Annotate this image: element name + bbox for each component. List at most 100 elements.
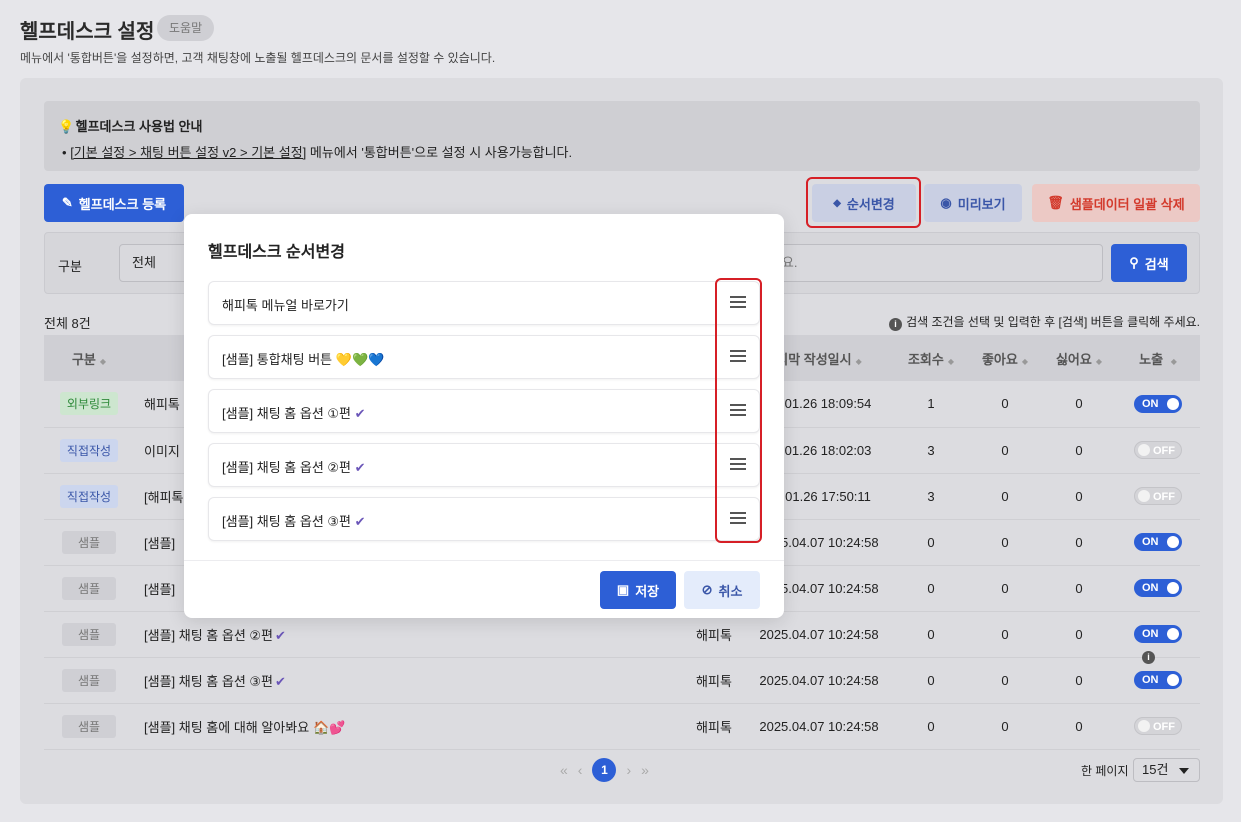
cancel-button[interactable]: ⊘ 취소 bbox=[684, 571, 760, 609]
order-item-suffix-icon: ✔ bbox=[354, 406, 366, 421]
drag-handle-highlight bbox=[715, 278, 762, 543]
category-label: 구분 bbox=[58, 259, 82, 274]
table-row[interactable]: 샘플 [샘플] 채팅 홈 옵션 ③편 ✔ 해피톡 2025.04.07 10:24:58… bbox=[44, 657, 1200, 704]
title-text[interactable]: [샘플] bbox=[144, 582, 175, 597]
title-text[interactable]: [샘플] 채팅 홈에 대해 알아봐요 bbox=[144, 720, 309, 735]
column-type[interactable]: 구분 ◆ bbox=[44, 335, 134, 381]
title-text[interactable]: [샘플] 채팅 홈 옵션 ②편 bbox=[144, 628, 273, 643]
order-item[interactable]: [샘플] 채팅 홈 옵션 ②편 ✔ bbox=[208, 443, 760, 487]
guide-line: • [기본 설정 > 채팅 버튼 설정 v2 > 기본 설정] 메뉴에서 '통합… bbox=[62, 142, 572, 161]
column-views[interactable]: 조회수 ◆ bbox=[894, 335, 968, 381]
first-page-button[interactable]: « bbox=[560, 762, 568, 778]
ban-icon: ⊘ bbox=[701, 582, 713, 597]
type-cell: 직접작성 bbox=[44, 473, 134, 520]
type-badge: 샘플 bbox=[61, 576, 117, 600]
order-item[interactable]: 해피톡 메뉴얼 바로가기 bbox=[208, 281, 760, 325]
views-cell: 3 bbox=[894, 473, 968, 520]
order-item-label: [샘플] 채팅 홈 옵션 ③편 ✔ bbox=[222, 514, 366, 529]
order-change-modal: 헬프데스크 순서변경 해피톡 메뉴얼 바로가기 [샘플] 통합채팅 버튼 💛💚💙… bbox=[184, 214, 784, 618]
title-text[interactable]: [샘플] bbox=[144, 536, 175, 551]
likes-cell: 0 bbox=[968, 611, 1042, 658]
next-page-button[interactable]: › bbox=[626, 762, 631, 778]
eye-icon: ◉ bbox=[940, 195, 952, 210]
views-cell: 0 bbox=[894, 611, 968, 658]
search-icon: ⚲ bbox=[1129, 255, 1139, 270]
per-page-label: 한 페이지 bbox=[1081, 764, 1129, 778]
type-badge: 샘플 bbox=[61, 668, 117, 692]
expose-toggle[interactable]: ON bbox=[1134, 579, 1182, 597]
title-text[interactable]: 해피톡 bbox=[144, 397, 180, 412]
likes-cell: 0 bbox=[968, 703, 1042, 750]
lightbulb-icon: 💡 bbox=[58, 119, 75, 134]
floppy-icon: ▣ bbox=[616, 582, 630, 597]
caret-down-icon bbox=[1179, 768, 1189, 774]
order-item-suffix-icon: ✔ bbox=[354, 460, 366, 475]
house-heart-icon: 🏠💕 bbox=[313, 719, 346, 735]
dislikes-cell: 0 bbox=[1042, 427, 1116, 474]
expose-toggle[interactable]: OFF bbox=[1134, 441, 1182, 459]
prev-page-button[interactable]: ‹ bbox=[578, 762, 583, 778]
type-cell: 외부링크 bbox=[44, 381, 134, 428]
delete-label: 샘플데이터 일괄 삭제 bbox=[1069, 196, 1185, 212]
column-dislikes[interactable]: 싫어요 ◆ bbox=[1042, 335, 1116, 381]
expose-cell: OFF bbox=[1116, 703, 1200, 750]
page-title: 헬프데스크 설정 bbox=[20, 21, 155, 43]
title-text[interactable]: 이미지 bbox=[144, 444, 180, 459]
dislikes-cell: 0 bbox=[1042, 611, 1116, 658]
page-1-button[interactable]: 1 bbox=[592, 758, 617, 782]
guide-bullet: • bbox=[62, 145, 67, 160]
order-item-suffix-icon: 💛💚💙 bbox=[335, 352, 385, 367]
type-cell: 샘플 bbox=[44, 703, 134, 750]
type-badge: 직접작성 bbox=[59, 484, 119, 508]
order-item[interactable]: [샘플] 채팅 홈 옵션 ①편 ✔ bbox=[208, 389, 760, 433]
column-likes[interactable]: 좋아요 ◆ bbox=[968, 335, 1042, 381]
expose-toggle[interactable]: OFF bbox=[1134, 717, 1182, 735]
writer-cell: 해피톡 bbox=[684, 703, 744, 750]
expose-toggle[interactable]: ON bbox=[1134, 394, 1182, 413]
save-button[interactable]: ▣ 저장 bbox=[600, 571, 676, 609]
hint-text: 검색 조건을 선택 및 입력한 후 [검색] 버튼을 클릭해 주세요. bbox=[906, 315, 1200, 329]
column-expose[interactable]: 노출 i ◆ bbox=[1116, 335, 1200, 664]
title-text[interactable]: [해피톡 bbox=[144, 490, 184, 505]
likes-cell: 0 bbox=[968, 381, 1042, 428]
expose-toggle[interactable]: ON bbox=[1134, 533, 1182, 551]
title-text[interactable]: [샘플] 채팅 홈 옵션 ③편 bbox=[144, 674, 273, 689]
type-badge: 직접작성 bbox=[59, 438, 119, 462]
expose-toggle[interactable]: ON bbox=[1134, 625, 1182, 643]
type-badge: 샘플 bbox=[61, 714, 117, 738]
date-cell: 2025.04.07 10:24:58 bbox=[744, 703, 894, 750]
search-input[interactable]: 하세요. bbox=[745, 244, 1103, 282]
expose-cell: OFF bbox=[1116, 473, 1200, 520]
sort-icon: ◆ bbox=[1021, 356, 1029, 366]
expose-cell: ON bbox=[1116, 519, 1200, 566]
expose-cell: ON bbox=[1116, 381, 1200, 428]
search-button[interactable]: ⚲ 검색 bbox=[1111, 244, 1187, 282]
expose-toggle[interactable]: ON bbox=[1134, 671, 1182, 689]
register-helpdesk-button[interactable]: ✎ 헬프데스크 등록 bbox=[44, 184, 184, 222]
type-cell: 샘플 bbox=[44, 565, 134, 612]
help-button[interactable]: 도움말 bbox=[157, 15, 215, 41]
table-row[interactable]: 샘플 [샘플] 채팅 홈에 대해 알아봐요 🏠💕 해피톡 2025.04.07 10:2… bbox=[44, 703, 1200, 750]
order-item-label: [샘플] 채팅 홈 옵션 ②편 ✔ bbox=[222, 460, 366, 475]
likes-cell: 0 bbox=[968, 657, 1042, 704]
last-page-button[interactable]: » bbox=[641, 762, 649, 778]
sort-icon: ◆ bbox=[1095, 356, 1103, 366]
likes-cell: 0 bbox=[968, 473, 1042, 520]
expose-cell: OFF bbox=[1116, 427, 1200, 474]
guide-menu-link[interactable]: [기본 설정 > 채팅 버튼 설정 v2 > 기본 설정] bbox=[70, 145, 306, 160]
title-cell[interactable]: [샘플] 채팅 홈에 대해 알아봐요 🏠💕 bbox=[134, 703, 684, 750]
guide-box: 💡 헬프데스크 사용법 안내 • [기본 설정 > 채팅 버튼 설정 v2 > … bbox=[44, 101, 1200, 171]
order-item[interactable]: [샘플] 통합채팅 버튼 💛💚💙 bbox=[208, 335, 760, 379]
dislikes-cell: 0 bbox=[1042, 473, 1116, 520]
modal-title: 헬프데스크 순서변경 bbox=[208, 244, 345, 261]
dislikes-cell: 0 bbox=[1042, 381, 1116, 428]
preview-button[interactable]: ◉ 미리보기 bbox=[924, 184, 1022, 222]
per-page-value: 15건 bbox=[1142, 762, 1169, 777]
order-item[interactable]: [샘플] 채팅 홈 옵션 ③편 ✔ bbox=[208, 497, 760, 541]
delete-samples-button[interactable]: 🗑 샘플데이터 일괄 삭제 bbox=[1032, 184, 1200, 222]
dislikes-cell: 0 bbox=[1042, 703, 1116, 750]
per-page-select[interactable]: 15건 bbox=[1133, 758, 1200, 782]
expose-toggle[interactable]: OFF bbox=[1134, 487, 1182, 505]
title-cell[interactable]: [샘플] 채팅 홈 옵션 ③편 ✔ bbox=[134, 657, 684, 704]
order-item-suffix-icon: ✔ bbox=[354, 514, 366, 529]
